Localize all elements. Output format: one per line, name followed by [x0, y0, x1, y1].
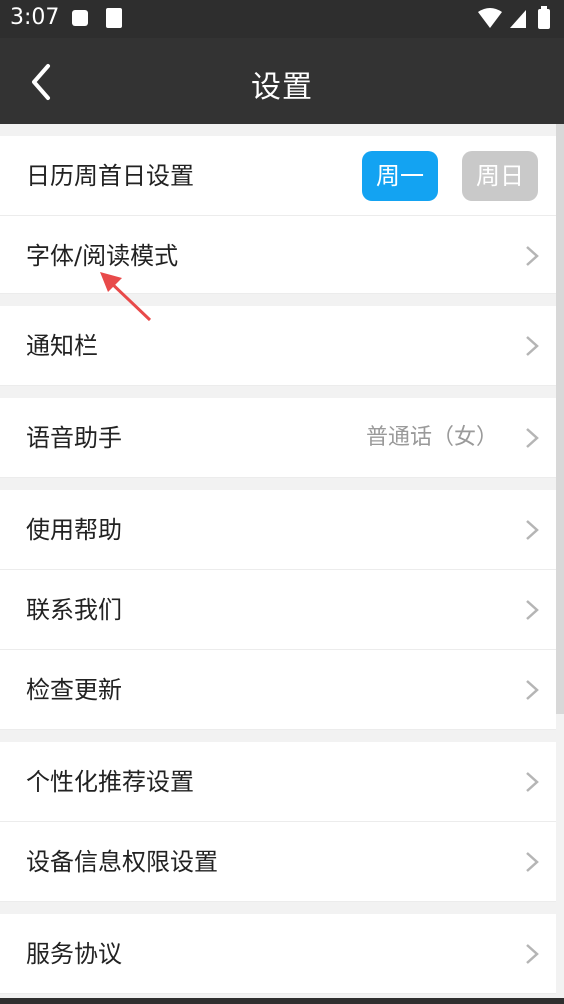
device-permission-row[interactable]: 设备信息权限设置	[0, 822, 556, 902]
system-status-icons	[478, 6, 550, 29]
font-reading-mode-row[interactable]: 字体/阅读模式	[0, 216, 556, 294]
status-time: 3:07	[10, 5, 60, 30]
chevron-right-icon	[526, 520, 539, 540]
chevron-right-icon	[526, 428, 539, 448]
voice-assistant-label: 语音助手	[26, 424, 122, 452]
monday-button[interactable]: 周一	[362, 151, 438, 201]
chevron-right-icon	[526, 852, 539, 872]
contact-us-label: 联系我们	[26, 596, 122, 624]
chevron-right-icon	[526, 772, 539, 792]
page-title: 设置	[251, 70, 313, 105]
status-bar: 3:07	[0, 0, 564, 38]
usage-help-row[interactable]: 使用帮助	[0, 490, 556, 570]
settings-list: 日历周首日设置 周一 周日 字体/阅读模式 通知栏 语音助手 普通话（女） 使用…	[0, 124, 556, 994]
app-bar: 设置	[0, 38, 564, 124]
calendar-first-day-label: 日历周首日设置	[26, 162, 194, 190]
voice-assistant-row[interactable]: 语音助手 普通话（女）	[0, 398, 556, 478]
check-update-row[interactable]: 检查更新	[0, 650, 556, 730]
notification-icon	[72, 10, 88, 26]
annotation-arrow-icon	[100, 272, 152, 322]
scrollbar[interactable]	[556, 124, 564, 714]
device-permission-label: 设备信息权限设置	[26, 848, 218, 876]
voice-assistant-value: 普通话（女）	[365, 425, 498, 450]
bottom-edge	[0, 998, 564, 1004]
personalized-recommendation-label: 个性化推荐设置	[26, 768, 194, 796]
chevron-right-icon	[526, 600, 539, 620]
personalized-recommendation-row[interactable]: 个性化推荐设置	[0, 742, 556, 822]
contact-us-row[interactable]: 联系我们	[0, 570, 556, 650]
chevron-right-icon	[526, 944, 539, 964]
notification-bar-row[interactable]: 通知栏	[0, 306, 556, 386]
chevron-right-icon	[526, 336, 539, 356]
calendar-first-day-row: 日历周首日设置 周一 周日	[0, 136, 556, 216]
service-agreement-row[interactable]: 服务协议	[0, 914, 556, 994]
chevron-right-icon	[526, 246, 539, 266]
notification-bar-label: 通知栏	[26, 332, 98, 360]
usage-help-label: 使用帮助	[26, 516, 122, 544]
check-update-label: 检查更新	[26, 676, 122, 704]
sunday-button[interactable]: 周日	[462, 151, 538, 201]
app-notification-icon	[106, 8, 122, 28]
chevron-right-icon	[526, 680, 539, 700]
service-agreement-label: 服务协议	[26, 940, 122, 968]
